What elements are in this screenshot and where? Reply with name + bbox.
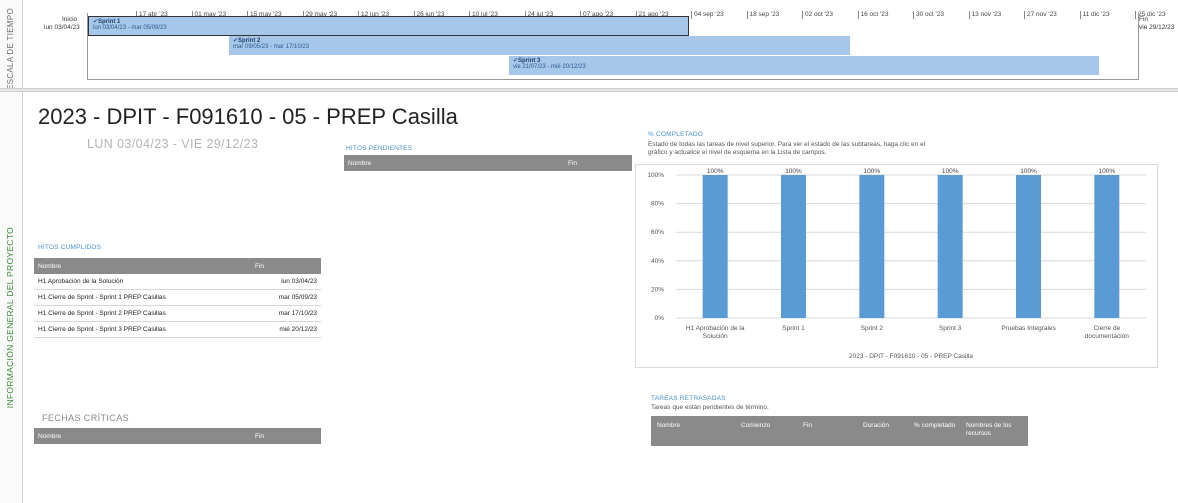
cell-name: H1 Aprobación de la Solución [34, 274, 251, 290]
table-row[interactable]: H1 Cierre de Sprint - Sprint 2 PREP Casi… [34, 305, 321, 322]
timescale-strip: ESCALA DE TIEMPO [0, 0, 23, 91]
cell-name: H1 Cierre de Sprint - Sprint 1 PREP Casi… [34, 289, 251, 306]
data-label: 100% [942, 168, 959, 175]
pane-divider[interactable] [0, 88, 1178, 92]
hitos-pendientes-title: HITOS PENDIENTES [346, 145, 413, 152]
data-label: 100% [864, 168, 881, 175]
chart-bar[interactable] [702, 175, 728, 318]
completado-desc-line1: Estado de todas las tareas de nivel supe… [648, 141, 926, 148]
table-row[interactable]: H1 Aprobación de la Solución lun 03/04/23 [34, 274, 321, 290]
y-tick-label: 80% [651, 201, 664, 208]
tareas-retrasadas-header: Nombre Comienzo Fin Duración % completad… [651, 416, 1028, 446]
y-tick-label: 40% [651, 258, 664, 265]
data-label: 100% [707, 168, 724, 175]
col-recursos: Nombres de los recursos [966, 422, 1012, 437]
cell-name: H1 Cierre de Sprint - Sprint 3 PREP Casi… [34, 321, 251, 338]
data-label: 100% [1099, 168, 1116, 175]
x-axis-label: 2023 - DPIT - F091610 - 05 - PREP Casill… [849, 353, 973, 360]
col-duracion: Duración [863, 422, 890, 429]
table-row[interactable]: H1 Cierre de Sprint - Sprint 1 PREP Casi… [34, 289, 321, 306]
completado-desc: Estado de todas las tareas de nivel supe… [648, 141, 1118, 157]
cell-name: H1 Cierre de Sprint - Sprint 2 PREP Casi… [34, 305, 251, 322]
table-row[interactable]: H1 Cierre de Sprint - Sprint 3 PREP Casi… [34, 321, 321, 338]
fechas-criticas-title: FECHAS CRÍTICAS [42, 413, 130, 423]
cell-end: mar 17/10/23 [251, 305, 321, 322]
col-comienzo: Comienzo [741, 422, 771, 429]
col-fin: Fin [251, 258, 321, 274]
cell-end: lun 03/04/23 [251, 274, 321, 290]
chart-bar[interactable] [937, 175, 963, 318]
chart-bar[interactable] [1094, 175, 1120, 318]
completado-chart[interactable]: 0% 20% 40% 60% 80% 100% 100% H1 Aprobación de l… [635, 164, 1158, 368]
sprint-range: lun 03/04/23 - mar 05/09/23 [93, 25, 167, 31]
col-completado: % completado [914, 422, 956, 429]
tareas-retrasadas-desc: Tareas que están pendientes de término. [651, 404, 769, 411]
category-label: Sprint 3 [939, 325, 962, 332]
category-label: Pruebas Integrales [1001, 325, 1056, 332]
category-label: Sprint 2 [861, 325, 884, 332]
sprint-bar-1[interactable]: ✔Sprint 1 lun 03/04/23 - mar 05/09/23 [88, 16, 689, 36]
chart-bar[interactable] [1016, 175, 1041, 318]
col-nombre: Nombre [34, 428, 251, 444]
col-fin: Fin [251, 428, 321, 444]
project-info-label: INFORMACIÓN GENERAL DEL PROYECTO [5, 227, 15, 409]
sprint-bar-2[interactable]: ✔Sprint 2 mar 09/05/23 - mar 17/10/23 [229, 36, 850, 55]
chart-bar[interactable] [781, 175, 806, 318]
data-label: 100% [1020, 168, 1037, 175]
timeline-start-date: lun 03/04/23 [44, 24, 80, 31]
category-label: H1 Aprobación de la Solución [686, 325, 745, 340]
hitos-cumplidos-title: HITOS CUMPLIDOS [38, 244, 102, 251]
completado-desc-line2: gráfico y actualice el nivel de esquema … [648, 149, 827, 156]
timeline-end-date: vie 29/12/23 [1139, 24, 1175, 31]
col-nombre: Nombre [657, 422, 681, 429]
category-label: Cierre de documentación [1085, 325, 1129, 340]
col-nombre: Nombre [344, 155, 564, 171]
category-label: Sprint 1 [782, 325, 805, 332]
project-dates: LUN 03/04/23 - VIE 29/12/23 [87, 137, 259, 151]
cell-end: mié 20/12/23 [251, 321, 321, 338]
hitos-cumplidos-table: Nombre Fin H1 Aprobación de la Solución lu… [34, 258, 321, 338]
col-fin: Fin [803, 422, 813, 429]
chart-bar[interactable] [859, 175, 885, 318]
y-tick-label: 60% [651, 229, 664, 236]
y-tick-label: 100% [647, 172, 664, 179]
col-nombre: Nombre [34, 258, 251, 274]
col-fin: Fin [564, 155, 632, 171]
completado-title: % COMPLETADO [648, 131, 704, 138]
hitos-pendientes-table: Nombre Fin [344, 155, 632, 171]
timescale-label: ESCALA DE TIEMPO [6, 8, 15, 91]
timeline-area[interactable]: ✔Sprint 1 lun 03/04/23 - mar 05/09/23 ✔S… [87, 13, 1139, 80]
fechas-criticas-table: Nombre Fin [34, 428, 321, 444]
sprint-bar-3[interactable]: ✔Sprint 3 vie 21/07/23 - mié 20/12/23 [509, 56, 1099, 75]
bar-chart[interactable]: 0% 20% 40% 60% 80% 100% 100% H1 Aprobación de l… [636, 165, 1157, 367]
y-tick-label: 0% [655, 315, 665, 322]
data-label: 100% [785, 168, 802, 175]
sprint-range: vie 21/07/23 - mié 20/12/23 [513, 64, 586, 70]
page-title: 2023 - DPIT - F091610 - 05 - PREP Casill… [38, 104, 458, 129]
cell-end: mar 05/09/23 [251, 289, 321, 306]
timeline-start-label: Inicio [62, 16, 78, 23]
project-info-strip: INFORMACIÓN GENERAL DEL PROYECTO [0, 92, 23, 503]
sprint-range: mar 09/05/23 - mar 17/10/23 [233, 44, 310, 50]
tareas-retrasadas-title: TAREAS RETRASADAS [651, 395, 726, 402]
timeline-tick: 25 dic '23 [1135, 11, 1166, 19]
y-tick-label: 20% [651, 286, 664, 293]
